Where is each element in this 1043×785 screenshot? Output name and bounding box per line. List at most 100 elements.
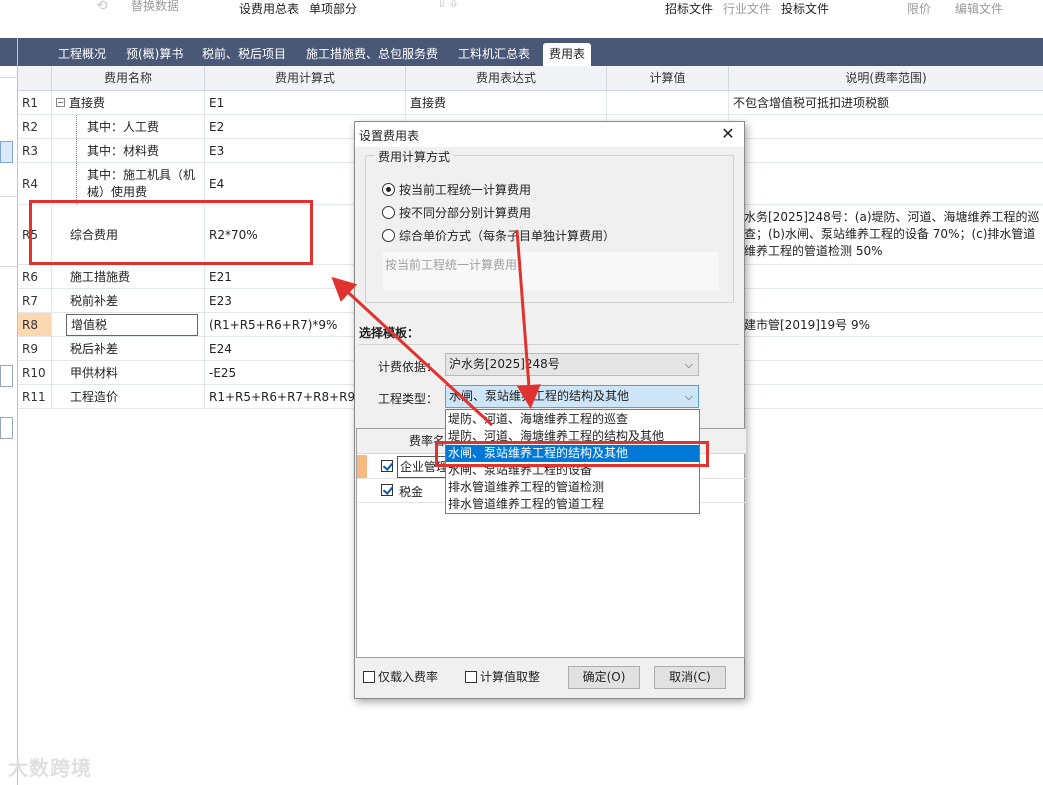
description-cell[interactable] bbox=[729, 265, 1043, 288]
radio-selected-icon bbox=[382, 183, 395, 196]
row-number: R9 bbox=[18, 337, 52, 360]
annotation-box-r5 bbox=[29, 200, 313, 265]
row-number: R3 bbox=[18, 139, 52, 162]
fee-name-cell[interactable]: 施工措施费 bbox=[52, 265, 205, 288]
dialog-title: 设置费用表 bbox=[359, 129, 420, 143]
left-panel-field[interactable] bbox=[0, 141, 13, 163]
header-row-number bbox=[18, 66, 52, 91]
description-cell[interactable] bbox=[729, 385, 1043, 408]
description-cell[interactable] bbox=[729, 337, 1043, 360]
replace-data-button[interactable]: 替换数据 bbox=[131, 0, 179, 13]
industry-file-button[interactable]: 行业文件 bbox=[723, 3, 771, 16]
fee-name-cell[interactable]: 其中：材料费 bbox=[52, 139, 205, 162]
unit-item-part-button[interactable]: 单项部分 bbox=[309, 3, 357, 16]
close-icon[interactable]: ✕ bbox=[718, 123, 738, 145]
active-cell[interactable]: 增值税 bbox=[66, 313, 198, 336]
only-load-rate-label: 仅载入费率 bbox=[378, 670, 439, 684]
computed-value-cell[interactable] bbox=[607, 91, 729, 114]
fee-name-cell[interactable]: 其中：人工费 bbox=[52, 115, 205, 138]
basis-select[interactable]: 沪水务[2025]248号 ⌵ bbox=[445, 353, 699, 376]
fee-name: 增值税 bbox=[71, 318, 108, 332]
row-number: R11 bbox=[18, 385, 52, 408]
header-computed-value[interactable]: 计算值 bbox=[607, 66, 729, 91]
move-up-down-icon[interactable]: ⇧⇩ bbox=[436, 0, 459, 10]
fee-name: 其中：人工费 bbox=[87, 120, 160, 134]
fee-name-cell[interactable]: 其中：施工机具（机械）使用费 bbox=[52, 163, 205, 204]
fee-expression-cell[interactable]: 直接费 bbox=[406, 91, 607, 114]
fee-name: 其中：施工机具（机械）使用费 bbox=[87, 167, 196, 199]
description-cell[interactable]: 水务[2025]248号：(a)堤防、河道、海塘维养工程的巡查；(b)水闸、泵站… bbox=[729, 205, 1043, 264]
row-number: R1 bbox=[18, 91, 52, 114]
round-value-checkbox[interactable]: 计算值取整 bbox=[465, 668, 540, 685]
table-row[interactable]: R1 − 直接费 E1 直接费 不包含增值税可抵扣进项税额 bbox=[18, 91, 1043, 115]
tab-fee-table[interactable]: 费用表 bbox=[543, 43, 592, 66]
description-cell[interactable] bbox=[729, 163, 1043, 204]
project-type-select[interactable]: 水闸、泵站维养工程的结构及其他 ⌵ bbox=[445, 385, 699, 408]
tender-file-button[interactable]: 投标文件 bbox=[781, 3, 829, 16]
radio-icon bbox=[382, 206, 395, 219]
description-cell[interactable] bbox=[729, 289, 1043, 312]
row-number: R7 bbox=[18, 289, 52, 312]
fee-name-cell[interactable]: 税前补差 bbox=[52, 289, 205, 312]
description-cell[interactable]: 不包含增值税可抵扣进项税额 bbox=[729, 91, 1043, 114]
left-panel-field[interactable] bbox=[0, 365, 13, 387]
watermark-logo: 大数跨境 bbox=[8, 756, 92, 780]
round-value-label: 计算值取整 bbox=[480, 670, 541, 684]
set-fee-summary-button[interactable]: 设费用总表 bbox=[239, 3, 299, 16]
radio-label: 按不同分部分别计算费用 bbox=[399, 206, 532, 220]
row-number-selected: R8 bbox=[18, 313, 52, 336]
tab-material-summary[interactable]: 工料机汇总表 bbox=[452, 44, 536, 64]
fee-name-cell[interactable]: 工程造价 bbox=[52, 385, 205, 408]
rate-checkbox[interactable] bbox=[381, 460, 393, 475]
sheet-tab-bar: 工程概况 预(概)算书 税前、税后项目 施工措施费、总包服务费 工料机汇总表 费… bbox=[18, 38, 1043, 66]
description-cell[interactable] bbox=[729, 139, 1043, 162]
row-marker bbox=[357, 455, 367, 478]
description-cell[interactable] bbox=[729, 115, 1043, 138]
collapse-icon[interactable]: − bbox=[56, 98, 65, 107]
fee-name-cell[interactable]: 甲供材料 bbox=[52, 361, 205, 384]
fee-name-cell[interactable]: − 直接费 bbox=[52, 91, 205, 114]
edit-file-button[interactable]: 编辑文件 bbox=[955, 3, 1003, 16]
left-panel-edge bbox=[0, 38, 18, 785]
chevron-down-icon[interactable]: ⌵ bbox=[685, 354, 693, 375]
calc-method-group-label: 费用计算方式 bbox=[375, 148, 454, 165]
chevron-down-icon[interactable]: ⌵ bbox=[685, 386, 693, 407]
ok-button[interactable]: 确定(O) bbox=[568, 666, 640, 689]
cancel-button[interactable]: 取消(C) bbox=[654, 666, 726, 689]
dropdown-option[interactable]: 排水管道维养工程的管道工程 bbox=[446, 496, 699, 513]
bid-file-button[interactable]: 招标文件 bbox=[665, 3, 713, 16]
only-load-rate-checkbox[interactable]: 仅载入费率 bbox=[363, 668, 438, 685]
limit-price-button[interactable]: 限价 bbox=[907, 3, 931, 16]
radio-unit-price-calc[interactable]: 综合单价方式（每条子目单独计算费用） bbox=[382, 227, 615, 244]
row-number: R4 bbox=[18, 163, 52, 204]
rate-name: 税金 bbox=[399, 485, 424, 499]
radio-unified-calc[interactable]: 按当前工程统一计算费用 bbox=[382, 181, 531, 198]
project-type-label: 工程类型： bbox=[378, 392, 439, 406]
ribbon-toolbar: 替换数据 ⟲ 设费用总表 单项部分 ⇧⇩ 招标文件 行业文件 投标文件 限价 编… bbox=[0, 0, 1043, 38]
fee-name-cell[interactable]: 税后补差 bbox=[52, 337, 205, 360]
radio-per-part-calc[interactable]: 按不同分部分别计算费用 bbox=[382, 204, 531, 221]
radio-label: 综合单价方式（每条子目单独计算费用） bbox=[399, 229, 616, 243]
tab-tax-items[interactable]: 税前、税后项目 bbox=[196, 44, 292, 64]
left-divider bbox=[0, 196, 17, 197]
left-divider bbox=[0, 266, 17, 267]
calc-method-description: 按当前工程统一计算费用 bbox=[383, 252, 719, 290]
rate-checkbox[interactable] bbox=[381, 484, 393, 499]
left-divider bbox=[0, 77, 17, 78]
tab-overview[interactable]: 工程概况 bbox=[52, 44, 112, 64]
header-description[interactable]: 说明(费率范围) bbox=[729, 66, 1043, 91]
dropdown-option[interactable]: 排水管道维养工程的管道检测 bbox=[446, 479, 699, 496]
row-number: R2 bbox=[18, 115, 52, 138]
left-panel-field[interactable] bbox=[0, 417, 13, 439]
dropdown-option[interactable]: 堤防、河道、海塘维养工程的巡查 bbox=[446, 411, 699, 428]
fee-name-cell[interactable]: 增值税 bbox=[52, 313, 205, 336]
header-fee-name[interactable]: 费用名称 bbox=[52, 66, 205, 91]
fee-formula-cell[interactable]: E1 bbox=[205, 91, 406, 114]
description-cell[interactable] bbox=[729, 361, 1043, 384]
tab-budget[interactable]: 预(概)算书 bbox=[120, 44, 189, 64]
header-fee-expression[interactable]: 费用表达式 bbox=[406, 66, 607, 91]
replace-icon: ⟲ bbox=[96, 0, 108, 14]
header-fee-formula[interactable]: 费用计算式 bbox=[205, 66, 406, 91]
tab-measure-fees[interactable]: 施工措施费、总包服务费 bbox=[300, 44, 444, 64]
description-cell[interactable]: 建市管[2019]19号 9% bbox=[729, 313, 1043, 336]
